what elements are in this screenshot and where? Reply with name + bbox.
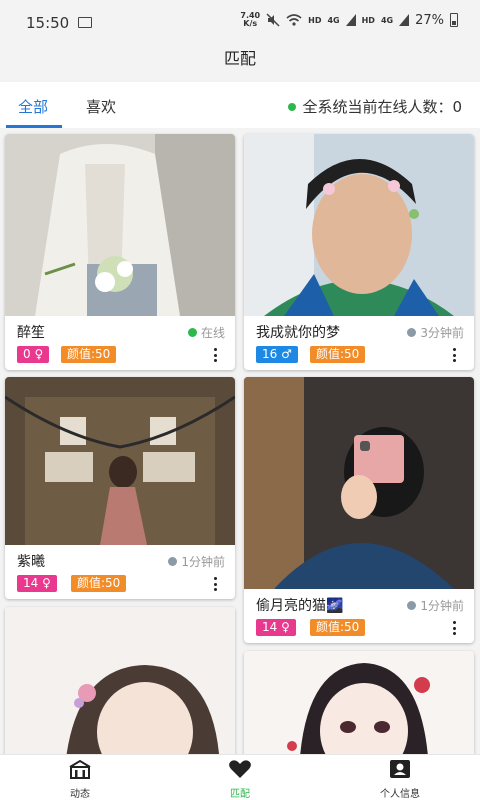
more-options-icon[interactable] bbox=[452, 348, 456, 362]
nav-match[interactable]: 匹配 bbox=[190, 759, 290, 800]
user-status: 1分钟前 bbox=[407, 597, 464, 614]
heart-icon bbox=[229, 760, 251, 778]
status-indicators: 7.40 K/s HD 4G HD 4G 27% bbox=[240, 12, 458, 28]
home-icon bbox=[69, 759, 91, 779]
user-status: 在线 bbox=[187, 324, 225, 341]
battery-icon bbox=[450, 13, 458, 27]
user-name: 紫曦 bbox=[17, 554, 45, 570]
page-title: 匹配 bbox=[223, 49, 256, 68]
user-name: 我成就你的梦 bbox=[256, 325, 340, 341]
user-card[interactable]: 醉笙 在线 0 ♀ 颜值:50 bbox=[5, 134, 235, 370]
score-badge: 颜值:50 bbox=[61, 346, 117, 363]
age-gender-badge: 14 ♀ bbox=[256, 619, 296, 636]
filter-tabs: 全部 喜欢 全系统当前在线人数：0 bbox=[0, 82, 480, 128]
more-options-icon[interactable] bbox=[452, 621, 456, 635]
status-dot-icon bbox=[168, 557, 178, 566]
mute-icon bbox=[266, 13, 280, 27]
age-gender-badge: 14 ♀ bbox=[17, 575, 57, 592]
user-card[interactable]: 我成就你的梦 3分钟前 16 ♂ 颜值:50 bbox=[244, 134, 474, 370]
status-time: 15:50 bbox=[26, 14, 70, 32]
nav-feed-label: 动态 bbox=[70, 789, 90, 800]
user-name: 偷月亮的猫🌌 bbox=[256, 598, 344, 614]
network-type: 4G bbox=[327, 15, 340, 25]
score-badge: 颜值:50 bbox=[310, 619, 366, 636]
user-photo bbox=[5, 134, 235, 316]
more-options-icon[interactable] bbox=[213, 577, 217, 591]
hd-label: HD bbox=[308, 15, 322, 25]
battery-percent: 27% bbox=[415, 12, 444, 28]
score-badge: 颜值:50 bbox=[71, 575, 127, 592]
profile-card-icon bbox=[390, 760, 410, 778]
user-photo bbox=[5, 607, 235, 754]
user-photo bbox=[5, 377, 235, 545]
user-photo bbox=[244, 651, 474, 754]
status-dot-icon bbox=[407, 601, 417, 610]
signal-icon-2 bbox=[399, 14, 410, 26]
user-status: 1分钟前 bbox=[168, 553, 225, 570]
online-dot-icon bbox=[288, 102, 297, 111]
nav-match-label: 匹配 bbox=[230, 789, 250, 800]
status-bar: 15:50 7.40 K/s HD 4G HD 4G 27% bbox=[0, 0, 480, 44]
user-status: 3分钟前 bbox=[407, 324, 464, 341]
signal-icon bbox=[345, 14, 356, 26]
network-speed: 7.40 K/s bbox=[240, 11, 261, 28]
user-card[interactable] bbox=[244, 651, 474, 754]
age-gender-badge: 16 ♂ bbox=[256, 346, 298, 363]
tab-all[interactable]: 全部 bbox=[18, 96, 48, 117]
image-notification-icon bbox=[78, 17, 92, 28]
user-name: 醉笙 bbox=[17, 325, 45, 341]
user-card[interactable]: 紫曦 1分钟前 14 ♀ 颜值:50 bbox=[5, 377, 235, 599]
nav-profile[interactable]: 个人信息 bbox=[350, 759, 450, 800]
match-grid: 醉笙 在线 0 ♀ 颜值:50 我成就你的梦 3分钟前 16 ♂ 颜值:50 紫… bbox=[0, 128, 480, 754]
user-photo bbox=[244, 134, 474, 316]
status-dot-icon bbox=[187, 328, 197, 337]
nav-feed[interactable]: 动态 bbox=[30, 759, 130, 800]
nav-profile-label: 个人信息 bbox=[380, 789, 420, 800]
bottom-nav: 动态 匹配 个人信息 bbox=[0, 754, 480, 800]
online-count: 全系统当前在线人数：0 bbox=[288, 96, 462, 117]
network-type-2: 4G bbox=[380, 15, 394, 25]
user-photo bbox=[244, 377, 474, 589]
hd-label-2: HD bbox=[361, 15, 375, 25]
online-count-text: 全系统当前在线人数：0 bbox=[302, 98, 462, 116]
score-badge: 颜值:50 bbox=[310, 346, 366, 363]
wifi-icon bbox=[286, 14, 302, 26]
user-card[interactable]: 偷月亮的猫🌌 1分钟前 14 ♀ 颜值:50 bbox=[244, 377, 474, 643]
status-dot-icon bbox=[407, 328, 417, 337]
age-gender-badge: 0 ♀ bbox=[17, 346, 50, 363]
more-options-icon[interactable] bbox=[213, 348, 217, 362]
tab-liked[interactable]: 喜欢 bbox=[86, 96, 116, 117]
user-card[interactable] bbox=[5, 607, 235, 754]
